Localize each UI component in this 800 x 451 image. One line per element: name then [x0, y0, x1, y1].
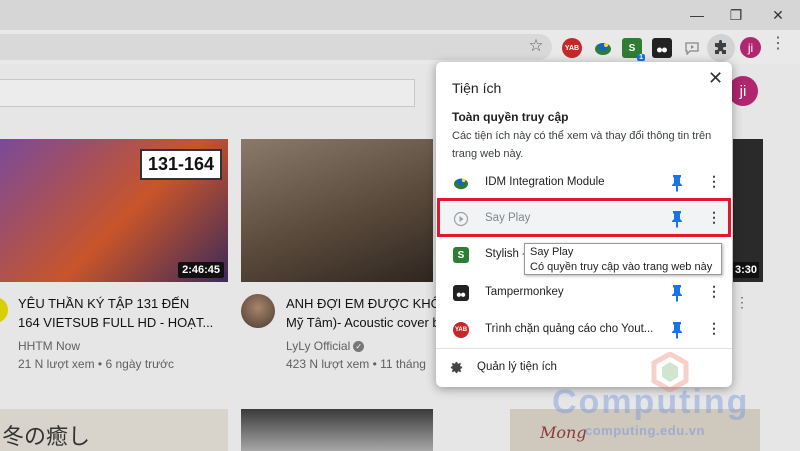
pin-icon[interactable] — [670, 174, 684, 192]
video-title-line: YÊU THẦN KÝ TẬP 131 ĐẾN — [18, 296, 190, 311]
tooltip-title: Say Play — [530, 246, 574, 258]
tampermonkey-icon — [453, 285, 469, 301]
video-title-line: ANH ĐỢI EM ĐƯỢC KHÔN — [286, 296, 436, 311]
thumbnail-badge: 131-164 — [139, 149, 222, 180]
extension-item-tampermonkey[interactable]: Tampermonkey ⋮ — [436, 276, 732, 310]
say-play-icon — [453, 211, 469, 227]
view-count: 423 N lượt xem • 11 tháng — [286, 357, 426, 371]
chrome-menu-button[interactable]: ⋮ — [770, 36, 786, 52]
video-thumbnail[interactable] — [241, 409, 433, 451]
video-thumbnail[interactable]: 131-164 2:46:45 — [0, 139, 228, 282]
profile-avatar[interactable]: ji — [740, 37, 761, 58]
gear-icon — [449, 360, 465, 376]
close-window-button[interactable]: ✕ — [758, 2, 798, 28]
extensions-button[interactable] — [707, 34, 735, 62]
extension-label: Trình chặn quảng cáo cho Yout... — [485, 323, 654, 335]
tampermonkey-icon[interactable] — [652, 38, 672, 58]
extension-label: Stylish - — [485, 248, 526, 260]
pin-icon[interactable] — [670, 210, 684, 228]
yab-icon: YAB — [453, 322, 469, 338]
section-description: Các tiện ích này có thể xem và thay đổi … — [452, 130, 712, 160]
more-icon[interactable]: ⋮ — [707, 320, 721, 337]
channel-name[interactable]: HHTM Now — [18, 337, 174, 355]
video-title-line: 164 VIETSUB FULL HD - HOẠT... — [18, 315, 214, 330]
stylish-badge: 1 — [637, 54, 645, 61]
address-bar[interactable] — [0, 34, 552, 60]
channel-name[interactable]: LyLy Official — [286, 339, 350, 353]
video-title[interactable]: ANH ĐỢI EM ĐƯỢC KHÔN Mỹ Tâm)- Acoustic c… — [286, 294, 436, 332]
extension-label: Tampermonkey — [485, 286, 564, 298]
minimize-button[interactable]: — — [677, 2, 717, 28]
star-icon[interactable]: ☆ — [526, 36, 546, 56]
close-icon[interactable]: ✕ — [708, 68, 723, 89]
restore-button[interactable]: ❐ — [716, 2, 756, 28]
extension-item-say-play[interactable]: Say Play ⋮ — [436, 202, 732, 236]
extension-item-idm[interactable]: IDM Integration Module ⋮ — [436, 166, 732, 200]
section-title: Toàn quyền truy cập — [452, 110, 569, 124]
view-count: 21 N lượt xem • 6 ngày trước — [18, 357, 175, 371]
video-duration: 3:30 — [733, 262, 760, 278]
extension-label: IDM Integration Module — [485, 176, 605, 188]
channel-avatar[interactable] — [241, 294, 275, 328]
stylish-icon: S — [453, 247, 469, 263]
stylish-icon[interactable]: S1 — [622, 38, 645, 61]
browser-toolbar: ☆ YAB S1 ji ⋮ — [0, 30, 800, 64]
extension-label: Say Play — [485, 212, 531, 224]
video-title[interactable]: YÊU THẦN KÝ TẬP 131 ĐẾN 164 VIETSUB FULL… — [18, 294, 233, 332]
video-title-line: Mỹ Tâm)- Acoustic cover b — [286, 315, 436, 330]
manage-extensions-label: Quản lý tiện ích — [477, 361, 557, 373]
idm-icon — [453, 175, 469, 191]
video-thumbnail[interactable] — [241, 139, 433, 282]
more-icon[interactable]: ⋮ — [707, 209, 721, 226]
popup-title: Tiện ích — [452, 80, 502, 96]
channel-avatar[interactable] — [0, 297, 8, 323]
extension-item-adblock-youtube[interactable]: YAB Trình chặn quảng cáo cho Yout... ⋮ — [436, 313, 732, 347]
video-thumbnail[interactable]: 3:30 — [733, 139, 763, 282]
say-play-icon[interactable] — [682, 38, 702, 58]
pin-icon[interactable] — [670, 284, 684, 302]
video-meta: HHTM Now 21 N lượt xem • 6 ngày trước — [18, 337, 174, 373]
video-thumbnail[interactable]: 冬の癒し — [0, 409, 228, 451]
thumbnail-text: Mong — [540, 423, 587, 442]
youtube-avatar[interactable]: ji — [728, 76, 758, 106]
idm-icon[interactable] — [593, 38, 613, 58]
watermark-text: Computing — [552, 383, 750, 421]
video-meta: LyLy Official ✓ 423 N lượt xem • 11 tháng — [286, 337, 436, 373]
divider — [436, 348, 732, 349]
verified-icon: ✓ — [353, 341, 365, 353]
more-icon[interactable]: ⋮ — [707, 283, 721, 300]
video-more-icon[interactable]: ⋮ — [735, 294, 749, 311]
youtube-search-input[interactable] — [0, 79, 415, 107]
watermark-subtext: computing.edu.vn — [585, 423, 705, 438]
yab-icon[interactable]: YAB — [562, 38, 582, 58]
tooltip-description: Có quyền truy cập vào trang web này — [530, 261, 713, 273]
title-bar: — ❐ ✕ — [0, 0, 800, 30]
pin-icon[interactable] — [670, 321, 684, 339]
puzzle-icon — [715, 40, 726, 54]
more-icon[interactable]: ⋮ — [707, 173, 721, 190]
extensions-popup: Tiện ích ✕ Toàn quyền truy cập Các tiện … — [436, 62, 732, 387]
tooltip: Say Play Có quyền truy cập vào trang web… — [524, 243, 722, 275]
video-duration: 2:46:45 — [178, 262, 224, 278]
thumbnail-text: 冬の癒し — [2, 425, 91, 450]
